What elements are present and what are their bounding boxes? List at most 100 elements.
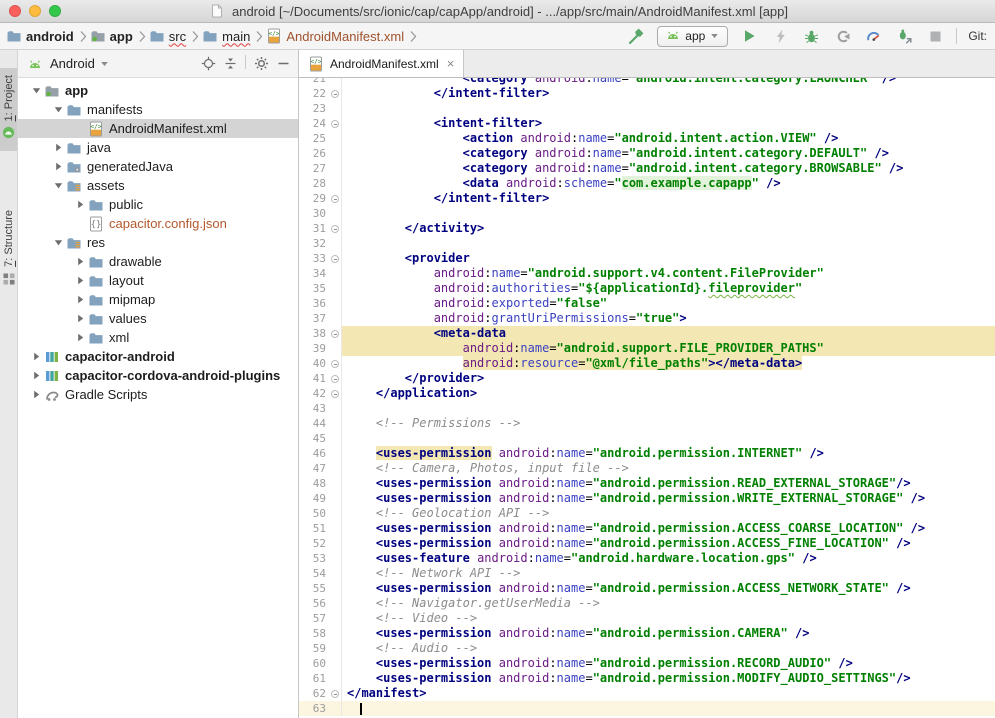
breadcrumb-item-androidmanifest-xml[interactable]: </>AndroidManifest.xml: [266, 28, 404, 44]
coverage-gauge-icon[interactable]: [863, 26, 883, 46]
project-view-selector[interactable]: Android: [50, 56, 95, 71]
code-line-57[interactable]: 57 <!-- Video -->: [299, 611, 995, 626]
tree-expand-icon[interactable]: [74, 295, 86, 304]
code-line-58[interactable]: 58 <uses-permission android:name="androi…: [299, 626, 995, 641]
breadcrumb-item-android[interactable]: android: [6, 28, 74, 44]
code-line-51[interactable]: 51 <uses-permission android:name="androi…: [299, 521, 995, 536]
code-line-45[interactable]: 45: [299, 431, 995, 446]
tree-item-assets[interactable]: assets: [18, 176, 298, 195]
code-line-60[interactable]: 60 <uses-permission android:name="androi…: [299, 656, 995, 671]
code-line-56[interactable]: 56 <!-- Navigator.getUserMedia -->: [299, 596, 995, 611]
tree-item-androidmanifest-xml[interactable]: </>AndroidManifest.xml: [18, 119, 298, 138]
build-hammer-icon[interactable]: [626, 26, 646, 46]
fold-marker-icon[interactable]: [329, 386, 342, 401]
fold-marker-icon[interactable]: [329, 356, 342, 371]
tree-item-capacitor-cordova-android-plugins[interactable]: capacitor-cordova-android-plugins: [18, 366, 298, 385]
code-line-34[interactable]: 34 android:name="android.support.v4.cont…: [299, 266, 995, 281]
code-line-40[interactable]: 40 android:resource="@xml/file_paths"></…: [299, 356, 995, 371]
tree-item-res[interactable]: res: [18, 233, 298, 252]
tree-item-xml[interactable]: xml: [18, 328, 298, 347]
close-window-button[interactable]: [9, 5, 21, 17]
tree-item-gradle-scripts[interactable]: Gradle Scripts: [18, 385, 298, 404]
fold-marker-icon[interactable]: [329, 86, 342, 101]
tree-item-capacitor-config-json[interactable]: {}capacitor.config.json: [18, 214, 298, 233]
breadcrumb-item-app[interactable]: app: [90, 28, 133, 44]
tree-expand-icon[interactable]: [74, 200, 86, 209]
stop-icon[interactable]: [925, 26, 945, 46]
code-line-38[interactable]: 38 <meta-data: [299, 326, 995, 341]
code-line-63[interactable]: 63: [299, 701, 995, 716]
tool-stripe-tab-structure[interactable]: 7: Structure: [0, 203, 17, 297]
code-line-49[interactable]: 49 <uses-permission android:name="androi…: [299, 491, 995, 506]
code-line-41[interactable]: 41 </provider>: [299, 371, 995, 386]
tree-expand-icon[interactable]: [52, 162, 64, 171]
tree-expand-icon[interactable]: [30, 390, 42, 399]
fold-marker-icon[interactable]: [329, 326, 342, 341]
zoom-window-button[interactable]: [49, 5, 61, 17]
code-line-32[interactable]: 32: [299, 236, 995, 251]
code-line-30[interactable]: 30: [299, 206, 995, 221]
tree-item-app[interactable]: app: [18, 81, 298, 100]
tree-expand-icon[interactable]: [74, 276, 86, 285]
tree-expand-icon[interactable]: [74, 257, 86, 266]
attach-debugger-icon[interactable]: [894, 26, 914, 46]
code-line-61[interactable]: 61 <uses-permission android:name="androi…: [299, 671, 995, 686]
code-line-46[interactable]: 46 <uses-permission android:name="androi…: [299, 446, 995, 461]
code-line-42[interactable]: 42 </application>: [299, 386, 995, 401]
hide-panel-icon[interactable]: [275, 56, 291, 72]
fold-marker-icon[interactable]: [329, 191, 342, 206]
minimize-window-button[interactable]: [29, 5, 41, 17]
fold-marker-icon[interactable]: [329, 371, 342, 386]
code-line-22[interactable]: 22 </intent-filter>: [299, 86, 995, 101]
code-line-55[interactable]: 55 <uses-permission android:name="androi…: [299, 581, 995, 596]
code-line-39[interactable]: 39 android:name="android.support.FILE_PR…: [299, 341, 995, 356]
tree-expand-icon[interactable]: [52, 181, 64, 190]
tree-item-manifests[interactable]: manifests: [18, 100, 298, 119]
settings-gear-icon[interactable]: [253, 56, 269, 72]
code-line-23[interactable]: 23: [299, 101, 995, 116]
code-line-33[interactable]: 33 <provider: [299, 251, 995, 266]
fold-marker-icon[interactable]: [329, 686, 342, 701]
breadcrumb-item-main[interactable]: main: [202, 28, 250, 44]
tree-item-values[interactable]: values: [18, 309, 298, 328]
chevron-down-icon[interactable]: [100, 54, 110, 74]
code-line-53[interactable]: 53 <uses-feature android:name="android.h…: [299, 551, 995, 566]
tree-item-drawable[interactable]: drawable: [18, 252, 298, 271]
apply-changes-icon[interactable]: [770, 26, 790, 46]
code-line-26[interactable]: 26 <category android:name="android.inten…: [299, 146, 995, 161]
code-line-31[interactable]: 31 </activity>: [299, 221, 995, 236]
locate-target-icon[interactable]: [200, 56, 216, 72]
tree-item-public[interactable]: public: [18, 195, 298, 214]
tree-expand-icon[interactable]: [52, 238, 64, 247]
code-line-35[interactable]: 35 android:authorities="${applicationId}…: [299, 281, 995, 296]
tree-expand-icon[interactable]: [30, 352, 42, 361]
code-line-28[interactable]: 28 <data android:scheme="com.example.cap…: [299, 176, 995, 191]
tree-expand-icon[interactable]: [52, 143, 64, 152]
git-widget[interactable]: Git:: [968, 29, 987, 43]
collapse-all-icon[interactable]: [222, 56, 238, 72]
code-editor[interactable]: 21 <category android:name="android.inten…: [299, 78, 995, 718]
tree-item-layout[interactable]: layout: [18, 271, 298, 290]
tree-expand-icon[interactable]: [30, 371, 42, 380]
tool-stripe-tab-project[interactable]: 1: Project: [0, 68, 17, 151]
debug-icon[interactable]: [801, 26, 821, 46]
code-line-29[interactable]: 29 </intent-filter>: [299, 191, 995, 206]
editor-tab-androidmanifest[interactable]: </> AndroidManifest.xml ×: [299, 50, 464, 77]
code-line-48[interactable]: 48 <uses-permission android:name="androi…: [299, 476, 995, 491]
code-line-27[interactable]: 27 <category android:name="android.inten…: [299, 161, 995, 176]
close-icon[interactable]: ×: [447, 57, 455, 70]
code-line-50[interactable]: 50 <!-- Geolocation API -->: [299, 506, 995, 521]
code-line-59[interactable]: 59 <!-- Audio -->: [299, 641, 995, 656]
code-line-37[interactable]: 37 android:grantUriPermissions="true">: [299, 311, 995, 326]
fold-marker-icon[interactable]: [329, 251, 342, 266]
code-line-36[interactable]: 36 android:exported="false": [299, 296, 995, 311]
code-line-52[interactable]: 52 <uses-permission android:name="androi…: [299, 536, 995, 551]
fold-marker-icon[interactable]: [329, 221, 342, 236]
code-line-62[interactable]: 62</manifest>: [299, 686, 995, 701]
code-line-24[interactable]: 24 <intent-filter>: [299, 116, 995, 131]
fold-marker-icon[interactable]: [329, 116, 342, 131]
tree-expand-icon[interactable]: [30, 86, 42, 95]
code-line-44[interactable]: 44 <!-- Permissions -->: [299, 416, 995, 431]
tree-item-capacitor-android[interactable]: capacitor-android: [18, 347, 298, 366]
code-line-25[interactable]: 25 <action android:name="android.intent.…: [299, 131, 995, 146]
